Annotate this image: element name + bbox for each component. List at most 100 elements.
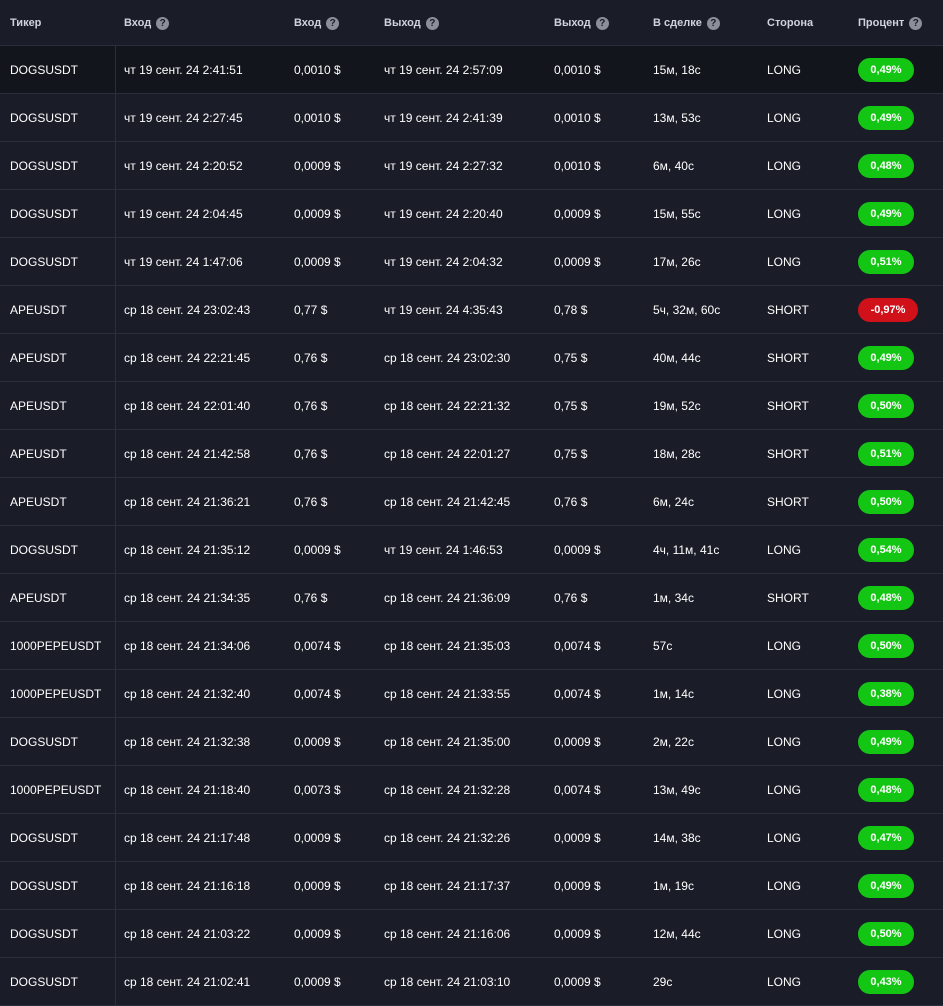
percent-cell: -0,97% (858, 286, 918, 333)
percent-badge: 0,51% (858, 249, 914, 274)
table-body: DOGSUSDT чт 19 сент. 24 2:41:51 0,0010 $ чт… (0, 46, 943, 1006)
column-header-side[interactable]: Сторона (767, 0, 813, 46)
column-header-label: Сторона (767, 17, 814, 29)
column-divider (115, 46, 116, 93)
column-header-in-trade[interactable]: В сделке? (653, 0, 720, 46)
entry-time-cell: ср 18 сент. 24 21:34:06 (124, 638, 251, 653)
help-icon[interactable]: ? (425, 16, 439, 30)
ticker-cell: APEUSDT (10, 446, 67, 461)
exit-price-cell: 0,0009 $ (554, 734, 601, 749)
entry-time-cell: ср 18 сент. 24 23:02:43 (124, 302, 251, 317)
column-divider (115, 382, 116, 429)
side-cell: SHORT (767, 590, 809, 605)
percent-badge: 0,47% (858, 825, 914, 850)
entry-price-cell: 0,76 $ (294, 350, 328, 365)
column-header-entry-time[interactable]: Вход? (124, 0, 170, 46)
column-header-entry-price[interactable]: Вход? (294, 0, 340, 46)
ticker-cell: APEUSDT (10, 302, 67, 317)
table-row[interactable]: APEUSDT ср 18 сент. 24 21:42:58 0,76 $ ср 1… (0, 430, 943, 478)
help-icon[interactable]: ? (909, 16, 923, 30)
ticker-cell: DOGSUSDT (10, 974, 79, 989)
table-row[interactable]: DOGSUSDT чт 19 сент. 24 2:04:45 0,0009 $ чт… (0, 190, 943, 238)
side-cell: LONG (767, 62, 802, 77)
table-row[interactable]: 1000PEPEUSDT ср 18 сент. 24 21:34:06 0,007… (0, 622, 943, 670)
ticker-cell: DOGSUSDT (10, 206, 79, 221)
percent-cell: 0,51% (858, 430, 914, 477)
percent-badge: 0,49% (858, 201, 914, 226)
column-header-exit-time[interactable]: Выход? (384, 0, 439, 46)
entry-price-cell: 0,0009 $ (294, 878, 341, 893)
table-row[interactable]: DOGSUSDT ср 18 сент. 24 21:32:38 0,0009 $ с… (0, 718, 943, 766)
percent-cell: 0,48% (858, 574, 914, 621)
percent-badge: 0,48% (858, 777, 914, 802)
side-cell: LONG (767, 878, 802, 893)
in-trade-cell: 5ч, 32м, 60с (653, 302, 721, 317)
table-row[interactable]: DOGSUSDT ср 18 сент. 24 21:17:48 0,0009 $ с… (0, 814, 943, 862)
percent-cell: 0,50% (858, 478, 914, 525)
percent-cell: 0,54% (858, 526, 914, 573)
exit-price-cell: 0,0074 $ (554, 638, 601, 653)
entry-time-cell: ср 18 сент. 24 21:03:22 (124, 926, 251, 941)
help-icon[interactable]: ? (595, 16, 609, 30)
column-divider (115, 142, 116, 189)
table-row[interactable]: APEUSDT ср 18 сент. 24 21:36:21 0,76 $ ср 1… (0, 478, 943, 526)
exit-time-cell: ср 18 сент. 24 22:21:32 (384, 398, 511, 413)
table-row[interactable]: 1000PEPEUSDT ср 18 сент. 24 21:18:40 0,007… (0, 766, 943, 814)
in-trade-cell: 1м, 34с (653, 590, 694, 605)
ticker-cell: APEUSDT (10, 494, 67, 509)
in-trade-cell: 13м, 49с (653, 782, 701, 797)
exit-time-cell: ср 18 сент. 24 21:33:55 (384, 686, 511, 701)
side-cell: LONG (767, 830, 802, 845)
ticker-cell: DOGSUSDT (10, 158, 79, 173)
percent-badge: 0,49% (858, 105, 914, 130)
column-header-ticker[interactable]: Тикер (10, 0, 41, 46)
table-row[interactable]: 1000PEPEUSDT ср 18 сент. 24 21:32:40 0,007… (0, 670, 943, 718)
help-icon[interactable]: ? (326, 16, 340, 30)
percent-cell: 0,47% (858, 814, 914, 861)
table-row[interactable]: DOGSUSDT ср 18 сент. 24 21:16:18 0,0009 $ с… (0, 862, 943, 910)
column-divider (115, 334, 116, 381)
ticker-cell: DOGSUSDT (10, 62, 79, 77)
percent-badge: 0,49% (858, 57, 914, 82)
entry-price-cell: 0,0009 $ (294, 926, 341, 941)
table-row[interactable]: DOGSUSDT ср 18 сент. 24 21:03:22 0,0009 $ с… (0, 910, 943, 958)
side-cell: SHORT (767, 446, 809, 461)
column-header-percent[interactable]: Процент? (858, 0, 923, 46)
percent-cell: 0,48% (858, 766, 914, 813)
exit-time-cell: чт 19 сент. 24 2:20:40 (384, 206, 503, 221)
column-header-label: Выход (384, 17, 421, 29)
table-row[interactable]: DOGSUSDT чт 19 сент. 24 2:20:52 0,0009 $ чт… (0, 142, 943, 190)
table-row[interactable]: DOGSUSDT чт 19 сент. 24 1:47:06 0,0009 $ чт… (0, 238, 943, 286)
entry-time-cell: ср 18 сент. 24 21:32:38 (124, 734, 251, 749)
ticker-cell: DOGSUSDT (10, 830, 79, 845)
percent-badge: 0,49% (858, 873, 914, 898)
table-row[interactable]: APEUSDT ср 18 сент. 24 21:34:35 0,76 $ ср 1… (0, 574, 943, 622)
column-divider (115, 94, 116, 141)
exit-price-cell: 0,0074 $ (554, 782, 601, 797)
entry-price-cell: 0,76 $ (294, 446, 328, 461)
entry-time-cell: ср 18 сент. 24 21:34:35 (124, 590, 251, 605)
table-row[interactable]: DOGSUSDT чт 19 сент. 24 2:27:45 0,0010 $ чт… (0, 94, 943, 142)
table-row[interactable]: DOGSUSDT чт 19 сент. 24 2:41:51 0,0010 $ чт… (0, 46, 943, 94)
column-divider (115, 718, 116, 765)
table-row[interactable]: APEUSDT ср 18 сент. 24 22:01:40 0,76 $ ср 1… (0, 382, 943, 430)
exit-price-cell: 0,75 $ (554, 398, 588, 413)
table-row[interactable]: DOGSUSDT ср 18 сент. 24 21:35:12 0,0009 $ ч… (0, 526, 943, 574)
exit-price-cell: 0,0010 $ (554, 110, 601, 125)
help-icon[interactable]: ? (156, 16, 170, 30)
ticker-cell: DOGSUSDT (10, 734, 79, 749)
in-trade-cell: 57с (653, 638, 673, 653)
exit-time-cell: чт 19 сент. 24 1:46:53 (384, 542, 503, 557)
table-row[interactable]: DOGSUSDT ср 18 сент. 24 21:02:41 0,0009 $ с… (0, 958, 943, 1006)
in-trade-cell: 6м, 40с (653, 158, 694, 173)
help-icon[interactable]: ? (706, 16, 720, 30)
table-row[interactable]: APEUSDT ср 18 сент. 24 23:02:43 0,77 $ чт 1… (0, 286, 943, 334)
in-trade-cell: 40м, 44с (653, 350, 701, 365)
table-row[interactable]: APEUSDT ср 18 сент. 24 22:21:45 0,76 $ ср 1… (0, 334, 943, 382)
column-header-exit-price[interactable]: Выход? (554, 0, 609, 46)
ticker-cell: DOGSUSDT (10, 542, 79, 557)
column-divider (115, 862, 116, 909)
exit-time-cell: чт 19 сент. 24 2:04:32 (384, 254, 503, 269)
column-divider (115, 622, 116, 669)
percent-cell: 0,50% (858, 382, 914, 429)
